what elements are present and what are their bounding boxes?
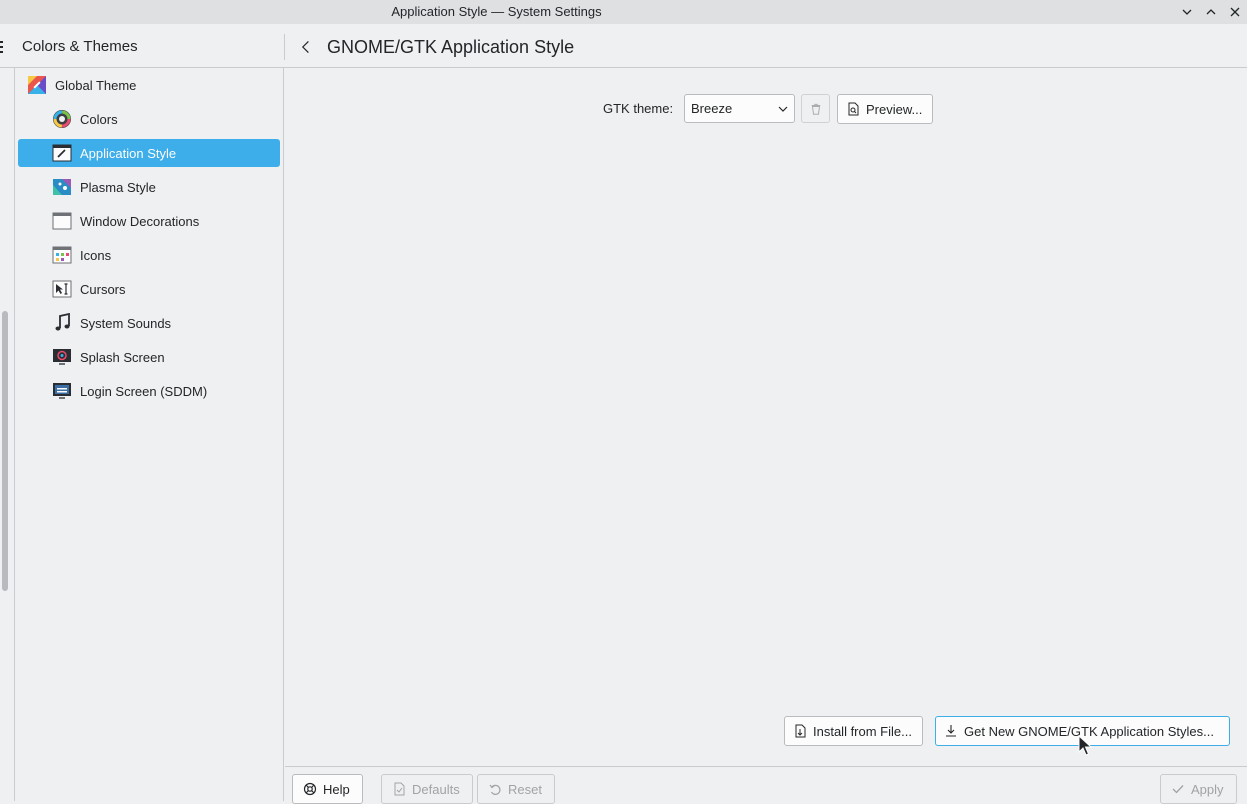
help-button[interactable]: Help bbox=[292, 774, 363, 804]
sidebar-item-label: Global Theme bbox=[55, 77, 137, 93]
hamburger-menu-icon[interactable] bbox=[0, 40, 4, 54]
icons-icon bbox=[52, 245, 72, 265]
sidebar-item-login-screen[interactable]: Login Screen (SDDM) bbox=[18, 377, 280, 405]
defaults-label: Defaults bbox=[412, 781, 460, 797]
header-bar bbox=[0, 24, 1247, 68]
mouse-cursor-icon bbox=[1078, 735, 1092, 756]
sidebar-item-plasma-style[interactable]: Plasma Style bbox=[18, 173, 280, 201]
login-screen-icon bbox=[52, 381, 72, 401]
undo-icon bbox=[489, 784, 501, 795]
apply-label: Apply bbox=[1191, 781, 1224, 797]
global-theme-icon bbox=[27, 75, 47, 95]
window-titlebar: Application Style — System Settings bbox=[0, 0, 1247, 24]
chevron-up-icon bbox=[1206, 9, 1216, 15]
sidebar-item-label: Window Decorations bbox=[80, 213, 200, 229]
chevron-down-icon bbox=[778, 106, 788, 112]
sidebar-item-label: Splash Screen bbox=[80, 349, 165, 365]
sidebar-item-label: System Sounds bbox=[80, 315, 172, 331]
cursors-icon bbox=[52, 279, 72, 299]
header-divider bbox=[284, 34, 285, 60]
sidebar-item-label: Cursors bbox=[80, 281, 126, 297]
chevron-left-icon bbox=[301, 40, 309, 54]
page-title: GNOME/GTK Application Style bbox=[327, 37, 575, 57]
sidebar-item-global-theme[interactable]: Global Theme bbox=[21, 71, 277, 99]
scrollbar-thumb[interactable] bbox=[2, 311, 8, 591]
help-icon bbox=[303, 782, 317, 796]
chevron-down-icon bbox=[1182, 9, 1192, 15]
trash-icon bbox=[811, 103, 820, 115]
maximize-button[interactable] bbox=[1202, 3, 1220, 21]
back-button[interactable] bbox=[296, 37, 316, 57]
minimize-button[interactable] bbox=[1178, 3, 1196, 21]
document-import-icon bbox=[795, 724, 806, 738]
delete-theme-button[interactable] bbox=[801, 94, 830, 123]
main-content bbox=[285, 68, 1247, 766]
help-label: Help bbox=[323, 781, 350, 797]
sidebar: Global Theme Colors Application Style Pl… bbox=[15, 68, 284, 801]
checkmark-icon bbox=[1172, 785, 1184, 794]
reset-button[interactable]: Reset bbox=[477, 774, 555, 804]
apply-button[interactable]: Apply bbox=[1160, 774, 1237, 804]
sidebar-item-label: Icons bbox=[80, 247, 112, 263]
document-defaults-icon bbox=[394, 782, 405, 796]
sidebar-item-system-sounds[interactable]: System Sounds bbox=[18, 309, 280, 337]
close-icon bbox=[1230, 7, 1240, 17]
close-button[interactable] bbox=[1226, 3, 1244, 21]
colors-icon bbox=[52, 109, 72, 129]
defaults-button[interactable]: Defaults bbox=[381, 774, 473, 804]
sidebar-item-colors[interactable]: Colors bbox=[18, 105, 280, 133]
plasma-style-icon bbox=[52, 177, 72, 197]
document-preview-icon bbox=[848, 102, 859, 116]
sidebar-item-application-style[interactable]: Application Style bbox=[18, 139, 280, 167]
preview-button[interactable]: Preview... bbox=[837, 94, 934, 124]
sidebar-item-label: Login Screen (SDDM) bbox=[80, 383, 208, 399]
section-title: Colors & Themes bbox=[22, 38, 138, 55]
preview-label: Preview... bbox=[866, 101, 923, 117]
gtk-theme-combobox[interactable]: Breeze bbox=[684, 94, 795, 123]
sidebar-item-label: Application Style bbox=[80, 145, 177, 161]
window-title: Application Style — System Settings bbox=[391, 4, 602, 19]
sidebar-item-label: Plasma Style bbox=[80, 179, 156, 195]
music-note-icon bbox=[52, 313, 72, 333]
splash-screen-icon bbox=[52, 347, 72, 367]
application-style-icon bbox=[52, 143, 72, 163]
sidebar-scrollbar[interactable] bbox=[0, 68, 15, 801]
gtk-theme-label: GTK theme: bbox=[603, 101, 674, 116]
sidebar-item-splash-screen[interactable]: Splash Screen bbox=[18, 343, 280, 371]
window-decorations-icon bbox=[52, 211, 72, 231]
download-icon bbox=[946, 725, 956, 737]
sidebar-item-label: Colors bbox=[80, 111, 118, 127]
sidebar-item-window-decorations[interactable]: Window Decorations bbox=[18, 207, 280, 235]
gtk-theme-value: Breeze bbox=[691, 101, 733, 116]
install-from-file-button[interactable]: Install from File... bbox=[784, 716, 923, 746]
sidebar-item-cursors[interactable]: Cursors bbox=[18, 275, 280, 303]
sidebar-item-icons[interactable]: Icons bbox=[18, 241, 280, 269]
install-from-file-label: Install from File... bbox=[813, 723, 912, 739]
reset-label: Reset bbox=[508, 781, 542, 797]
